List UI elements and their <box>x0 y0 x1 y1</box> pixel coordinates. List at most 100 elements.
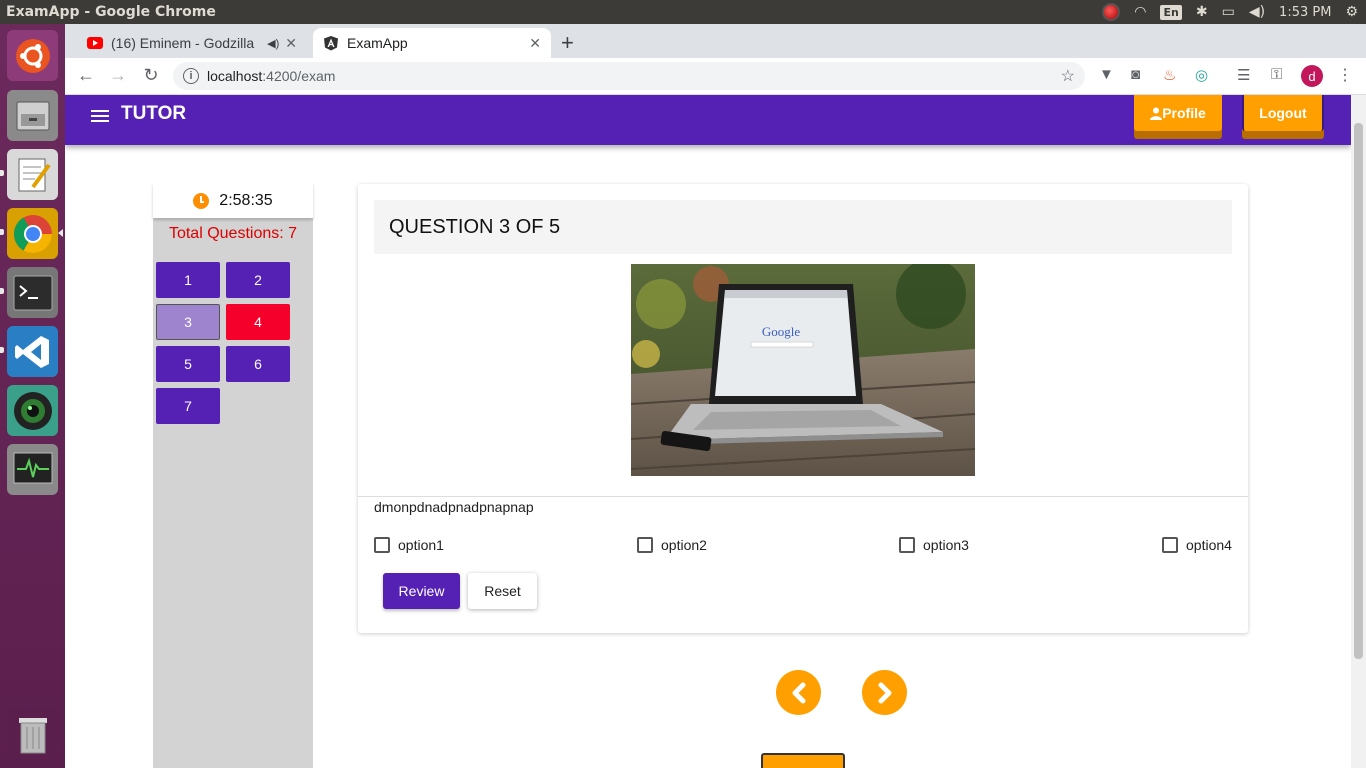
media-queue-icon[interactable]: ☰ <box>1237 66 1250 84</box>
active-indicator <box>58 229 63 237</box>
extension-flame-icon[interactable]: ♨ <box>1163 66 1176 84</box>
system-tray: ◠ En ✱ ▭ ◀) 1:53 PM ⚙ <box>1102 3 1366 21</box>
running-indicator <box>0 288 4 294</box>
previous-question-button[interactable] <box>776 670 821 715</box>
os-top-bar: ExamApp - Google Chrome ◠ En ✱ ▭ ◀) 1:53… <box>0 0 1366 24</box>
camera-app-icon[interactable] <box>7 385 58 436</box>
question-button-7[interactable]: 7 <box>156 388 220 424</box>
timer-value: 2:58:35 <box>219 191 273 209</box>
tab-examapp[interactable]: ExamApp ✕ <box>313 28 551 58</box>
url-host: localhost <box>207 68 263 84</box>
extension-circle-icon[interactable]: ◎ <box>1195 66 1208 84</box>
tab-label: (16) Eminem - Godzilla <box>111 35 255 51</box>
page-scrollbar[interactable] <box>1351 95 1366 768</box>
password-key-icon[interactable]: ⚿ <box>1271 66 1282 83</box>
settings-gear-icon[interactable]: ⚙ <box>1345 4 1358 20</box>
terminal-icon[interactable] <box>7 267 58 318</box>
back-icon[interactable]: ← <box>75 65 97 86</box>
page-viewport: TUTOR Profile Logout 2:58:35 Total Quest… <box>65 95 1351 768</box>
system-monitor-icon[interactable] <box>7 444 58 495</box>
files-icon[interactable] <box>7 90 58 141</box>
app-toolbar: TUTOR Profile Logout <box>65 95 1351 145</box>
running-indicator <box>0 229 4 235</box>
question-button-3[interactable]: 3 <box>156 304 220 340</box>
question-button-4[interactable]: 4 <box>226 304 290 340</box>
reset-button[interactable]: Reset <box>468 573 537 609</box>
new-tab-icon[interactable]: + <box>561 30 574 56</box>
wifi-icon[interactable]: ◠ <box>1134 4 1146 20</box>
question-button-5[interactable]: 5 <box>156 346 220 382</box>
checkbox[interactable] <box>374 537 390 553</box>
input-method-indicator[interactable]: En <box>1160 4 1182 20</box>
option-label: option2 <box>661 537 707 553</box>
tab-label: ExamApp <box>347 35 408 51</box>
site-info-icon[interactable]: i <box>183 68 199 84</box>
question-button-1[interactable]: 1 <box>156 262 220 298</box>
chrome-icon[interactable] <box>7 208 58 259</box>
profile-label: Profile <box>1162 105 1206 121</box>
option-3[interactable]: option3 <box>899 537 969 553</box>
close-tab-icon[interactable]: ✕ <box>285 35 297 52</box>
logout-button[interactable]: Logout <box>1242 95 1324 131</box>
browser-menu-icon[interactable]: ⋮ <box>1337 65 1353 85</box>
screenshot-camera-icon[interactable]: ◙ <box>1131 66 1140 83</box>
question-image: Google <box>631 264 975 476</box>
audio-playing-icon[interactable]: ◀) <box>267 37 279 50</box>
hamburger-menu-icon[interactable] <box>91 107 109 125</box>
youtube-icon <box>87 35 103 51</box>
brand-title: TUTOR <box>121 103 187 124</box>
browser-toolbar: ← → ↻ i localhost:4200/exam ☆ ▼ ◙ ♨ ◎ ☰ … <box>65 58 1366 95</box>
record-indicator-icon[interactable] <box>1102 3 1121 21</box>
vscode-icon[interactable] <box>7 326 58 377</box>
unity-launcher <box>0 24 65 768</box>
reload-icon[interactable]: ↻ <box>140 65 162 86</box>
profile-avatar[interactable]: d <box>1301 65 1323 87</box>
profile-button[interactable]: Profile <box>1134 95 1222 131</box>
option-4[interactable]: option4 <box>1162 537 1232 553</box>
tab-youtube[interactable]: (16) Eminem - Godzilla ◀) ✕ <box>77 28 307 58</box>
address-bar[interactable]: i localhost:4200/exam ☆ <box>173 62 1085 90</box>
option-label: option3 <box>923 537 969 553</box>
chevron-right-icon <box>878 682 891 703</box>
question-text: dmonpdnadpnadpnapnap <box>374 499 534 515</box>
text-editor-icon[interactable] <box>7 149 58 200</box>
ubuntu-dash-icon[interactable] <box>7 30 58 81</box>
running-indicator <box>0 347 4 353</box>
close-tab-icon[interactable]: ✕ <box>529 35 541 52</box>
forward-icon[interactable]: → <box>107 65 129 86</box>
question-button-2[interactable]: 2 <box>226 262 290 298</box>
svg-text:Google: Google <box>762 324 801 339</box>
question-navigator: 2:58:35 Total Questions: 7 1 2 3 4 5 6 7 <box>153 183 313 768</box>
scrollbar-thumb[interactable] <box>1354 123 1363 659</box>
browser-tab-strip: (16) Eminem - Godzilla ◀) ✕ ExamApp ✕ + <box>65 24 1366 58</box>
volume-icon[interactable]: ◀) <box>1249 4 1265 20</box>
review-button[interactable]: Review <box>383 573 460 609</box>
divider <box>358 496 1248 497</box>
exam-timer: 2:58:35 <box>153 183 313 218</box>
bookmark-star-icon[interactable]: ☆ <box>1061 66 1075 86</box>
total-questions: Total Questions: 7 <box>168 225 298 242</box>
option-label: option4 <box>1186 537 1232 553</box>
running-indicator <box>0 170 4 176</box>
trash-icon[interactable] <box>7 708 58 759</box>
checkbox[interactable] <box>1162 537 1178 553</box>
vue-devtools-icon[interactable]: ▼ <box>1099 66 1114 83</box>
option-label: option1 <box>398 537 444 553</box>
option-2[interactable]: option2 <box>637 537 707 553</box>
checkbox[interactable] <box>899 537 915 553</box>
url-path: :4200/exam <box>262 68 336 84</box>
clock-icon <box>193 192 210 209</box>
checkbox[interactable] <box>637 537 653 553</box>
question-button-6[interactable]: 6 <box>226 346 290 382</box>
bluetooth-icon[interactable]: ✱ <box>1196 4 1208 20</box>
clock[interactable]: 1:53 PM <box>1279 5 1331 20</box>
question-card: QUESTION 3 OF 5 Google dmonpdnadpnadpnap… <box>358 184 1248 633</box>
window-title: ExamApp - Google Chrome <box>6 4 216 20</box>
user-icon <box>1150 107 1163 120</box>
chevron-left-icon <box>792 682 805 703</box>
next-question-button[interactable] <box>862 670 907 715</box>
battery-icon[interactable]: ▭ <box>1222 4 1235 20</box>
submit-button[interactable] <box>761 753 845 768</box>
option-1[interactable]: option1 <box>374 537 444 553</box>
question-heading: QUESTION 3 OF 5 <box>374 200 1232 254</box>
